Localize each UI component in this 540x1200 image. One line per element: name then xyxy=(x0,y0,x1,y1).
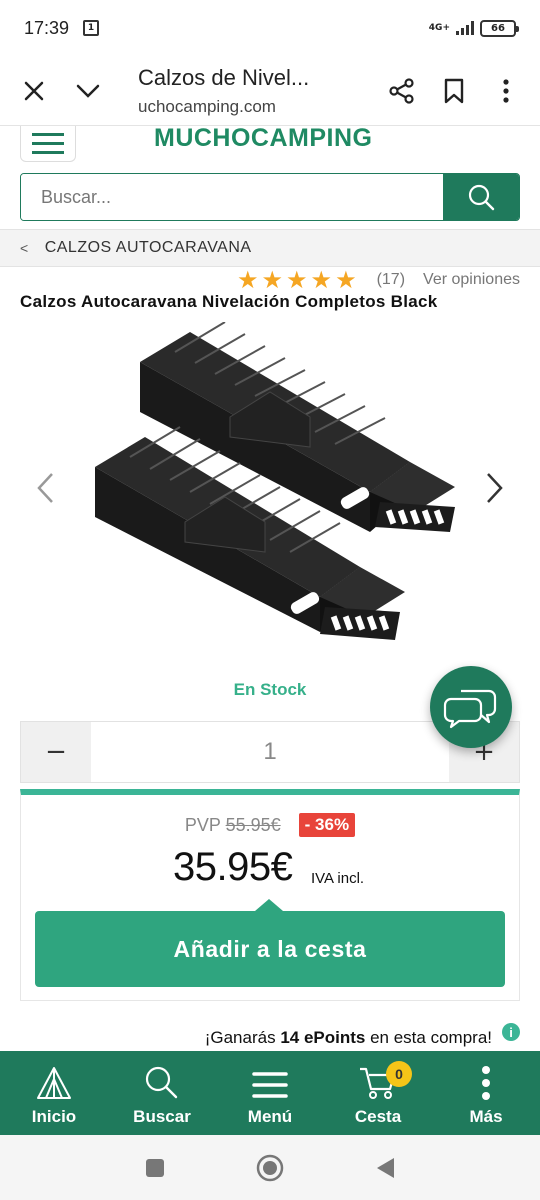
battery-icon: 66 xyxy=(480,19,519,37)
notification-icon: 1 xyxy=(83,20,100,36)
tax-label: IVA incl. xyxy=(311,870,365,887)
current-price: 35.95€ xyxy=(173,845,293,889)
nav-label-menu: Menú xyxy=(247,1107,293,1126)
caret-up-icon xyxy=(255,899,283,911)
bookmark-icon[interactable] xyxy=(434,71,474,111)
discount-badge: - 36% xyxy=(298,813,356,837)
chevron-left-icon: < xyxy=(20,240,29,256)
product-gallery xyxy=(0,322,540,662)
price-box: PVP 55.95€ - 36% 35.95€ IVA incl. Añadir… xyxy=(20,789,520,1001)
browser-toolbar: Calzos de Nivel... uchocamping.com xyxy=(0,56,540,126)
nav-item-mas[interactable]: Más xyxy=(432,1051,540,1135)
back-icon[interactable] xyxy=(374,1156,396,1180)
pvp-label: PVP xyxy=(184,814,221,835)
pvp-row: PVP 55.95€ - 36% xyxy=(21,813,519,837)
site-header: MUCHOCAMPING xyxy=(0,124,540,166)
nav-item-buscar[interactable]: Buscar xyxy=(108,1051,216,1135)
chevron-left-icon xyxy=(37,473,53,503)
browser-url: uchocamping.com xyxy=(138,96,276,116)
signal-icon xyxy=(456,21,474,35)
close-icon[interactable] xyxy=(14,71,54,111)
nav-label-buscar: Buscar xyxy=(133,1107,191,1126)
share-icon[interactable] xyxy=(382,71,422,111)
menu-icon xyxy=(252,1072,288,1098)
network-label: 4G+ xyxy=(428,22,450,33)
search-button[interactable] xyxy=(443,174,519,220)
chat-button[interactable] xyxy=(430,666,512,748)
nav-item-inicio[interactable]: Inicio xyxy=(0,1051,108,1135)
star-icon: ★ xyxy=(335,266,357,294)
search-input[interactable] xyxy=(21,174,443,220)
more-vert-icon[interactable] xyxy=(486,71,526,111)
product-title: Calzos Autocaravana Nivelación Completos… xyxy=(20,292,438,311)
bottom-navigation: Inicio Buscar Menú 0 Cesta Más xyxy=(0,1051,540,1135)
chat-icon xyxy=(443,689,497,729)
browser-tab-info[interactable]: Calzos de Nivel... uchocamping.com xyxy=(138,65,338,117)
search-bar xyxy=(20,173,520,221)
product-image[interactable] xyxy=(80,322,460,662)
search-icon xyxy=(468,184,495,211)
points-amount: 14 ePoints xyxy=(280,1028,366,1047)
add-to-cart-button[interactable]: Añadir a la cesta xyxy=(35,911,505,987)
search-icon xyxy=(145,1066,178,1099)
chevron-right-icon xyxy=(487,473,503,503)
nav-label-inicio: Inicio xyxy=(31,1107,77,1126)
chevron-down-icon[interactable] xyxy=(68,71,108,111)
view-reviews-link[interactable]: Ver opiniones xyxy=(423,271,520,289)
points-banner: ¡Ganarás 14 ePoints en esta compra! i xyxy=(204,1023,520,1048)
star-icon: ★ xyxy=(237,266,259,294)
home-icon[interactable] xyxy=(256,1154,284,1182)
more-icon xyxy=(482,1066,490,1100)
hamburger-menu-button[interactable] xyxy=(20,126,76,162)
tent-icon xyxy=(37,1067,71,1099)
quantity-minus-button[interactable]: − xyxy=(21,722,91,782)
quantity-value[interactable]: 1 xyxy=(91,722,449,782)
nav-label-mas: Más xyxy=(469,1107,503,1126)
gallery-prev-button[interactable] xyxy=(30,470,60,515)
nav-label-cesta: Cesta xyxy=(354,1107,402,1126)
nav-item-cesta[interactable]: 0 Cesta xyxy=(324,1051,432,1135)
cart-count-badge: 0 xyxy=(386,1061,412,1087)
breadcrumb[interactable]: < CALZOS AUTOCARAVANA xyxy=(0,229,540,267)
system-navigation xyxy=(0,1135,540,1200)
breadcrumb-label: CALZOS AUTOCARAVANA xyxy=(44,239,252,256)
info-icon[interactable]: i xyxy=(502,1023,520,1041)
pvp-old-price: 55.95€ xyxy=(225,814,281,835)
points-prefix: ¡Ganarás xyxy=(204,1028,276,1047)
product-rating: ★ ★ ★ ★ ★ (17) Ver opiniones xyxy=(237,268,520,292)
status-bar: 17:39 1 4G+ 66 xyxy=(0,0,540,56)
star-icon: ★ xyxy=(286,266,308,294)
nav-item-menu[interactable]: Menú xyxy=(216,1051,324,1135)
star-icon: ★ xyxy=(310,266,333,294)
rating-stars: ★ ★ ★ ★ ★ xyxy=(237,268,357,292)
gallery-next-button[interactable] xyxy=(480,470,510,515)
points-suffix: en esta compra! xyxy=(370,1028,492,1047)
recents-icon[interactable] xyxy=(144,1157,166,1179)
star-icon: ★ xyxy=(261,266,284,294)
status-time: 17:39 xyxy=(24,17,70,38)
browser-page-title: Calzos de Nivel... xyxy=(138,64,310,90)
review-count: (17) xyxy=(376,271,406,288)
site-logo[interactable]: MUCHOCAMPING xyxy=(154,124,373,153)
